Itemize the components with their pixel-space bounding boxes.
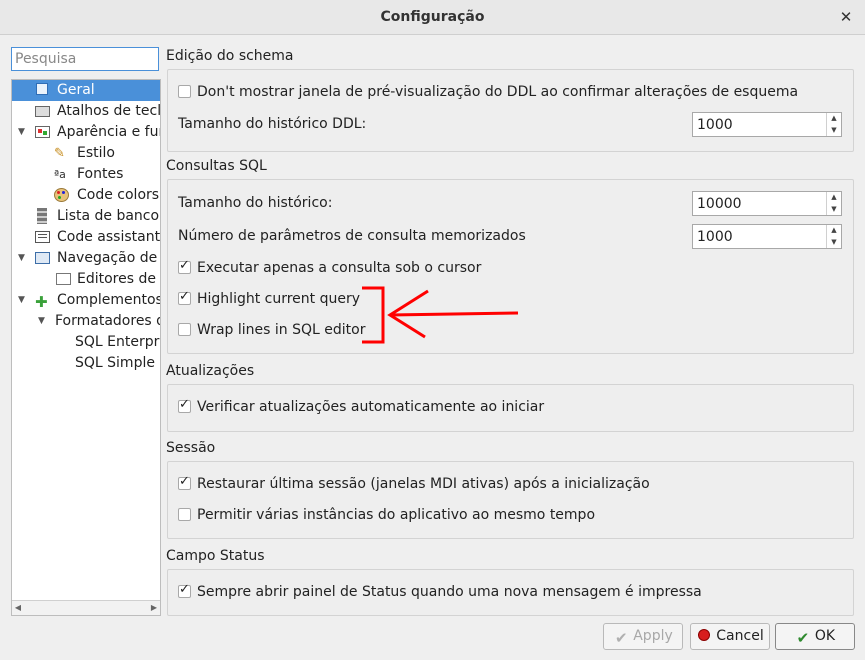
expand-arrow-icon[interactable]: ▼ (38, 311, 48, 332)
editors-icon (56, 273, 71, 285)
category-tree: Geral Atalhos de tecla ▼ Aparência e fun… (11, 79, 161, 616)
spin-down-icon[interactable]: ▼ (827, 125, 841, 136)
tree-item-label: Lista de banco d (57, 208, 161, 224)
keyboard-icon (35, 106, 50, 117)
check-icon: ✔ (614, 629, 628, 647)
code-assistant-icon (35, 231, 50, 243)
tree-item-label: SQL Enterpris (75, 334, 160, 350)
ok-button[interactable]: ✔ OK (775, 623, 855, 650)
close-icon[interactable]: ✕ (837, 8, 855, 26)
auto-update-label: Verificar atualizações automaticamente a… (197, 399, 545, 415)
ok-check-icon: ✔ (796, 629, 810, 647)
search-input[interactable] (11, 47, 159, 71)
exec-cursor-label: Executar apenas a consulta sob o cursor (197, 260, 482, 276)
restore-session-checkbox[interactable] (178, 474, 191, 490)
exec-cursor-checkbox[interactable] (178, 258, 191, 274)
query-params-spinbox[interactable]: ▲▼ (692, 224, 842, 249)
tree-item-label: Formatadores d (55, 313, 161, 329)
sql-history-input[interactable] (693, 192, 831, 215)
horizontal-scrollbar[interactable]: ◀ ▶ (12, 600, 160, 615)
section-title-sql: Consultas SQL (166, 158, 267, 174)
stop-icon (696, 627, 712, 643)
status-panel-checkbox-row[interactable]: Sempre abrir painel de Status quando uma… (178, 582, 702, 600)
tree-item-label: Code assistant (57, 229, 161, 245)
tree-item-label: Geral (57, 82, 95, 98)
spin-down-icon[interactable]: ▼ (827, 204, 841, 215)
status-panel-label: Sempre abrir painel de Status quando uma… (197, 584, 702, 600)
highlight-query-checkbox[interactable] (178, 289, 191, 305)
sql-history-label: Tamanho do histórico: (178, 195, 333, 211)
restore-session-label: Restaurar última sessão (janelas MDI ati… (197, 476, 650, 492)
wrap-lines-label: Wrap lines in SQL editor (197, 322, 366, 338)
database-list-icon (37, 208, 47, 224)
section-title-status: Campo Status (166, 548, 265, 564)
cancel-button[interactable]: Cancel (690, 623, 770, 650)
tree-item-label: Estilo (77, 145, 115, 161)
tree-item-label: SQL Simple (75, 355, 155, 371)
multi-instance-checkbox-row[interactable]: Permitir várias instâncias do aplicativo… (178, 507, 595, 523)
tree-item-label: Code colors (77, 187, 160, 203)
tree-item-label: Editores de c (77, 271, 161, 287)
ok-label: OK (814, 628, 836, 644)
tree-item-label: Navegação de d (57, 250, 161, 266)
apply-button[interactable]: ✔ Apply (603, 623, 683, 650)
wand-icon: ✎ (54, 146, 65, 161)
font-icon: ªa (54, 168, 66, 181)
tree-item-label: Aparência e fun (57, 124, 161, 140)
tree-item-geral[interactable]: Geral (12, 80, 160, 101)
group-session (167, 461, 854, 539)
spin-up-icon[interactable]: ▲ (827, 113, 841, 124)
multi-instance-label: Permitir várias instâncias do aplicativo… (197, 507, 596, 523)
highlight-query-label: Highlight current query (197, 291, 361, 307)
exec-cursor-checkbox-row[interactable]: Executar apenas a consulta sob o cursor (178, 258, 482, 276)
ddl-preview-label: Don't mostrar janela de pré-visualização… (197, 84, 799, 100)
status-panel-checkbox[interactable] (178, 582, 191, 598)
general-icon (36, 83, 48, 95)
puzzle-icon: ✚ (35, 293, 48, 311)
wrap-lines-checkbox[interactable] (178, 323, 191, 336)
spin-up-icon[interactable]: ▲ (827, 225, 841, 236)
ddl-preview-checkbox[interactable] (178, 85, 191, 98)
tree-item-label: Fontes (77, 166, 124, 182)
ddl-history-spinbox[interactable]: ▲▼ (692, 112, 842, 137)
ddl-history-label: Tamanho do histórico DDL: (178, 116, 367, 132)
section-title-session: Sessão (166, 440, 216, 456)
sql-history-spinbox[interactable]: ▲▼ (692, 191, 842, 216)
appearance-icon (35, 126, 50, 138)
highlight-query-checkbox-row[interactable]: Highlight current query (178, 289, 361, 307)
wrap-lines-checkbox-row[interactable]: Wrap lines in SQL editor (178, 322, 365, 338)
cancel-label: Cancel (716, 628, 764, 644)
expand-arrow-icon[interactable]: ▼ (18, 122, 28, 143)
restore-session-checkbox-row[interactable]: Restaurar última sessão (janelas MDI ati… (178, 474, 650, 492)
query-params-input[interactable] (693, 225, 831, 248)
ddl-preview-checkbox-row[interactable]: Don't mostrar janela de pré-visualização… (178, 84, 798, 100)
window-title: Configuração (380, 9, 485, 25)
auto-update-checkbox[interactable] (178, 397, 191, 413)
section-title-schema: Edição do schema (166, 48, 294, 64)
ddl-history-input[interactable] (693, 113, 831, 136)
query-params-label: Número de parâmetros de consulta memoriz… (178, 228, 526, 244)
spin-up-icon[interactable]: ▲ (827, 192, 841, 203)
scroll-right-icon[interactable]: ▶ (148, 601, 160, 615)
scroll-left-icon[interactable]: ◀ (12, 601, 24, 615)
tree-item-label: Complementos (57, 292, 161, 308)
palette-icon (54, 188, 69, 202)
auto-update-checkbox-row[interactable]: Verificar atualizações automaticamente a… (178, 397, 545, 415)
spin-down-icon[interactable]: ▼ (827, 237, 841, 248)
expand-arrow-icon[interactable]: ▼ (18, 248, 28, 269)
multi-instance-checkbox[interactable] (178, 508, 191, 521)
expand-arrow-icon[interactable]: ▼ (18, 290, 28, 311)
navigation-icon (35, 252, 50, 264)
section-title-updates: Atualizações (166, 363, 255, 379)
title-bar: Configuração ✕ (0, 0, 865, 35)
tree-item-label: Atalhos de tecla (57, 103, 161, 119)
group-schema (167, 69, 854, 152)
apply-label: Apply (633, 628, 673, 644)
